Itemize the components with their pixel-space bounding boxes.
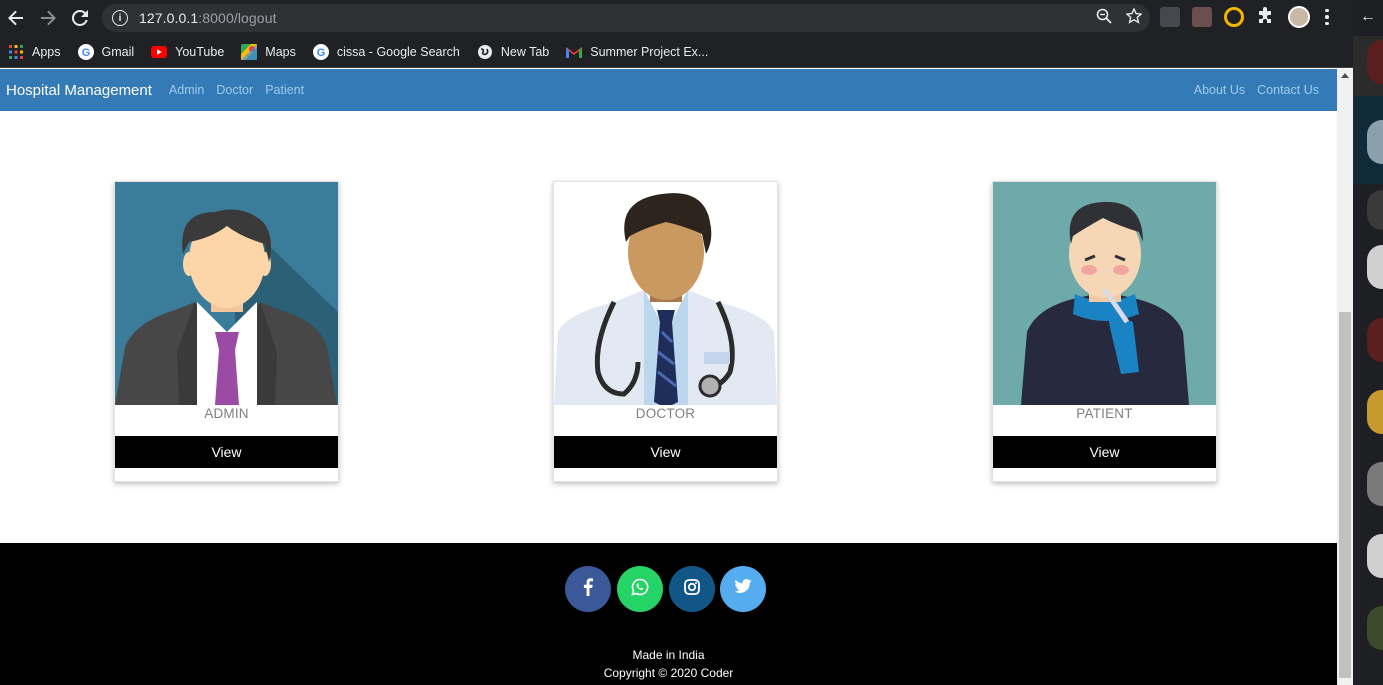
whatsapp-icon — [631, 578, 649, 601]
extension-icon[interactable] — [1192, 7, 1212, 27]
google-icon: G — [312, 43, 329, 60]
instagram-icon — [684, 578, 700, 600]
nav-link-admin[interactable]: Admin — [169, 83, 204, 97]
side-thumbnail — [1367, 534, 1383, 578]
side-thumbnail — [1367, 120, 1383, 164]
bookmark-label: Gmail — [101, 44, 135, 59]
extension-icon[interactable] — [1160, 7, 1180, 27]
doctor-illustration — [554, 182, 777, 405]
reload-icon[interactable] — [65, 3, 95, 33]
admin-card-label: ADMIN — [204, 406, 249, 421]
site-info-icon[interactable]: i — [112, 10, 128, 26]
bookmark-label: Apps — [32, 44, 61, 59]
navbar: Hospital Management Admin Doctor Patient… — [0, 69, 1337, 111]
youtube-icon — [151, 44, 168, 60]
forward-arrow-icon[interactable] — [33, 3, 63, 33]
facebook-icon — [583, 577, 593, 601]
nav-link-doctor[interactable]: Doctor — [216, 83, 253, 97]
side-thumbnail — [1367, 390, 1383, 434]
bookmark-label: New Tab — [500, 44, 550, 59]
bookmark-label: YouTube — [175, 44, 225, 59]
puzzle-extensions-icon[interactable] — [1256, 7, 1276, 27]
side-thumbnail — [1367, 606, 1383, 650]
twitter-icon — [734, 579, 752, 599]
scroll-up-icon[interactable] — [1341, 73, 1349, 78]
bookmark-label: cissa - Google Search — [336, 44, 460, 59]
facebook-button[interactable] — [565, 566, 611, 612]
copyright-text: Copyright © 2020 Coder — [603, 666, 734, 680]
apps-grid-icon — [8, 44, 24, 60]
patient-card: PATIENT View — [992, 181, 1217, 482]
nav-link-contact-us[interactable]: Contact Us — [1257, 83, 1319, 97]
url-host: 127.0.0.1 — [139, 10, 199, 26]
admin-illustration — [115, 182, 338, 405]
svg-text:G: G — [81, 47, 90, 59]
nav-link-patient[interactable]: Patient — [265, 83, 304, 97]
svg-text:G: G — [317, 47, 326, 59]
patient-view-button[interactable]: View — [993, 436, 1216, 468]
address-bar[interactable]: i 127.0.0.1:8000/logout — [102, 4, 1150, 32]
extension-icon[interactable] — [1224, 7, 1244, 27]
globe-icon — [477, 44, 493, 60]
side-window-strip: ← — [1353, 0, 1383, 685]
instagram-button[interactable] — [669, 566, 715, 612]
patient-illustration — [993, 182, 1216, 405]
bookmark-label: Maps — [265, 44, 296, 59]
browser-toolbar: i 127.0.0.1:8000/logout — [0, 0, 1353, 36]
back-arrow-icon[interactable] — [1, 3, 31, 33]
bookmark-summer-project[interactable]: Summer Project Ex... — [566, 44, 708, 60]
patient-card-label: PATIENT — [1076, 406, 1133, 421]
bookmark-new-tab[interactable]: New Tab — [477, 44, 549, 60]
side-thumbnail — [1367, 40, 1383, 84]
doctor-view-button[interactable]: View — [554, 436, 777, 468]
bookmark-label: Summer Project Ex... — [590, 44, 709, 59]
back-arrow-icon[interactable]: ← — [1353, 8, 1383, 26]
google-icon: G — [77, 43, 94, 60]
bookmark-star-icon[interactable] — [1125, 6, 1143, 29]
bookmark-maps[interactable]: Maps — [241, 43, 296, 60]
maps-icon — [241, 43, 258, 60]
profile-avatar[interactable] — [1288, 6, 1310, 28]
zoom-icon[interactable] — [1096, 8, 1112, 29]
admin-view-button[interactable]: View — [115, 436, 338, 468]
bookmark-gmail[interactable]: G Gmail — [77, 43, 135, 60]
admin-card: ADMIN View — [114, 181, 339, 482]
menu-kebab-icon[interactable] — [1322, 7, 1332, 27]
side-thumbnail — [1367, 462, 1383, 506]
footer: Made in India Copyright © 2020 Coder — [0, 543, 1337, 685]
side-thumbnail — [1367, 245, 1383, 289]
doctor-card: DOCTOR View — [553, 181, 778, 482]
whatsapp-button[interactable] — [617, 566, 663, 612]
page-scrollbar[interactable] — [1337, 69, 1353, 685]
bookmark-apps[interactable]: Apps — [8, 44, 61, 60]
nav-link-about-us[interactable]: About Us — [1194, 83, 1245, 97]
doctor-card-label: DOCTOR — [635, 406, 696, 421]
bookmark-youtube[interactable]: YouTube — [151, 44, 224, 60]
url-text: 127.0.0.1:8000/logout — [139, 10, 277, 26]
scrollbar-thumb[interactable] — [1339, 312, 1351, 678]
bookmarks-bar: Apps G Gmail YouTube Maps G cissa - Goog… — [0, 36, 1353, 68]
brand-link[interactable]: Hospital Management — [6, 82, 152, 99]
twitter-button[interactable] — [720, 566, 766, 612]
gmail-icon — [566, 44, 583, 60]
bookmark-cissa-search[interactable]: G cissa - Google Search — [312, 43, 460, 60]
side-thumbnail — [1367, 318, 1383, 362]
made-in-text: Made in India — [632, 648, 705, 662]
side-thumbnail — [1367, 190, 1383, 230]
url-path: :8000/logout — [198, 10, 277, 26]
